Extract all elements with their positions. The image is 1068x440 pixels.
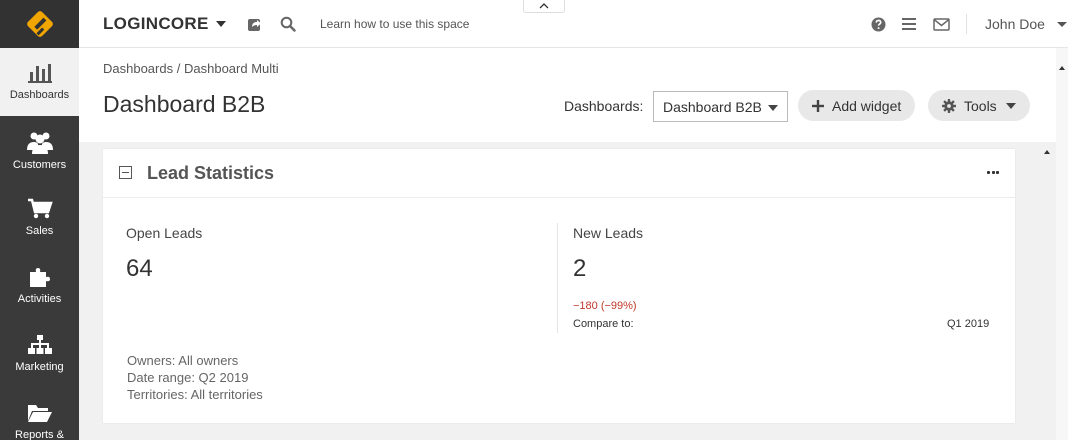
search-icon — [280, 16, 296, 32]
add-widget-button[interactable]: Add widget — [798, 90, 916, 121]
ellipsis-icon — [991, 171, 995, 174]
breadcrumb-current[interactable]: Dashboard Multi — [184, 61, 279, 76]
search-button[interactable] — [278, 14, 298, 34]
puzzle-icon — [29, 268, 50, 287]
question-circle-icon — [871, 17, 885, 31]
ellipsis-icon — [987, 171, 990, 174]
messages-button[interactable] — [931, 14, 951, 34]
filter-territories: Territories: All territories — [127, 387, 263, 402]
tools-label: Tools — [964, 97, 997, 114]
open-leads-label: Open Leads — [126, 225, 203, 241]
sidebar-item-dashboards[interactable]: Dashboards — [0, 48, 79, 116]
plus-icon — [812, 99, 824, 112]
folder-open-icon — [27, 405, 52, 422]
sitemap-icon — [27, 335, 52, 354]
ellipsis-icon — [996, 171, 999, 174]
menu-button[interactable] — [899, 14, 919, 34]
help-button[interactable] — [868, 14, 888, 34]
filter-date-range: Date range: Q2 2019 — [127, 370, 249, 385]
learn-link[interactable]: Learn how to use this space — [320, 17, 469, 31]
metric-divider — [557, 223, 558, 333]
chevron-down-icon — [215, 21, 226, 27]
app-logo[interactable] — [0, 0, 79, 48]
new-leads-label: New Leads — [573, 225, 644, 241]
org-switcher[interactable]: LOGINCORE — [103, 14, 226, 34]
new-leads-delta: −180 (−99%) — [573, 300, 637, 312]
dashboard-select-value: Dashboard B2B — [663, 98, 762, 115]
users-icon — [26, 132, 53, 154]
share-square-icon — [248, 19, 261, 31]
tools-button[interactable]: Tools — [928, 90, 1030, 121]
envelope-icon — [932, 17, 950, 31]
sidebar-item-label: Customers — [12, 159, 67, 171]
sidebar-item-sales[interactable]: Sales — [0, 184, 79, 252]
user-menu[interactable]: John Doe — [985, 16, 1067, 32]
breadcrumb-separator: / — [176, 61, 181, 76]
minus-square-icon — [122, 172, 129, 173]
dashboard-select[interactable]: Dashboard B2B — [653, 91, 788, 122]
widget-menu-button[interactable] — [987, 171, 999, 174]
list-icon — [902, 18, 916, 30]
collapse-widget-button[interactable] — [119, 166, 132, 179]
gear-icon — [942, 98, 956, 113]
page-scrollbar[interactable] — [1056, 48, 1068, 440]
sidebar-item-label: Marketing — [15, 361, 64, 373]
sidebar-item-reports[interactable]: Reports & — [0, 388, 79, 440]
chevron-down-icon — [1005, 102, 1016, 109]
page-title: Dashboard B2B — [103, 91, 266, 117]
open-leads-value: 64 — [126, 255, 153, 282]
compare-to-value: Q1 2019 — [947, 318, 990, 330]
chevron-up-icon — [539, 3, 549, 9]
dashboards-label: Dashboards: — [564, 98, 644, 114]
new-leads-value: 2 — [573, 255, 587, 282]
user-name: John Doe — [985, 16, 1045, 32]
scroll-up-arrow-icon[interactable] — [1044, 150, 1050, 154]
top-header: LOGINCORE Learn how to use this space Jo… — [79, 0, 1068, 48]
sidebar-item-activities[interactable]: Activities — [0, 252, 79, 320]
chevron-down-icon — [768, 105, 778, 111]
cart-icon — [27, 198, 53, 219]
scroll-up-arrow-icon[interactable] — [1059, 66, 1065, 70]
brand-name: LOGINCORE — [103, 14, 209, 33]
sidebar-item-label: Activities — [17, 293, 62, 305]
widget-header: Lead Statistics — [103, 149, 1015, 198]
content-scrollbar[interactable] — [1040, 142, 1056, 440]
sidebar: Dashboards Customers Sales Activities Ma… — [0, 0, 79, 440]
breadcrumb: Dashboards / Dashboard Multi — [103, 61, 279, 76]
sidebar-item-label: Reports & — [15, 429, 64, 440]
header-divider — [966, 14, 967, 34]
sidebar-item-marketing[interactable]: Marketing — [0, 320, 79, 388]
share-button[interactable] — [245, 14, 265, 34]
sidebar-item-label: Sales — [25, 225, 54, 237]
bar-chart-icon — [27, 64, 52, 83]
filter-owners: Owners: All owners — [127, 353, 239, 368]
page-header: Dashboards / Dashboard Multi Dashboard B… — [79, 48, 1056, 142]
sidebar-item-customers[interactable]: Customers — [0, 116, 79, 184]
collapse-header-tab[interactable] — [523, 0, 565, 13]
logo-icon — [26, 11, 53, 37]
chevron-down-icon — [1056, 21, 1067, 27]
breadcrumb-root[interactable]: Dashboards — [103, 61, 173, 76]
sidebar-item-label: Dashboards — [9, 89, 70, 101]
add-widget-label: Add widget — [832, 97, 902, 114]
compare-to-label: Compare to: — [573, 318, 634, 330]
lead-statistics-widget: Lead Statistics Open Leads 64 New Leads … — [103, 149, 1015, 423]
widget-title: Lead Statistics — [147, 163, 275, 183]
